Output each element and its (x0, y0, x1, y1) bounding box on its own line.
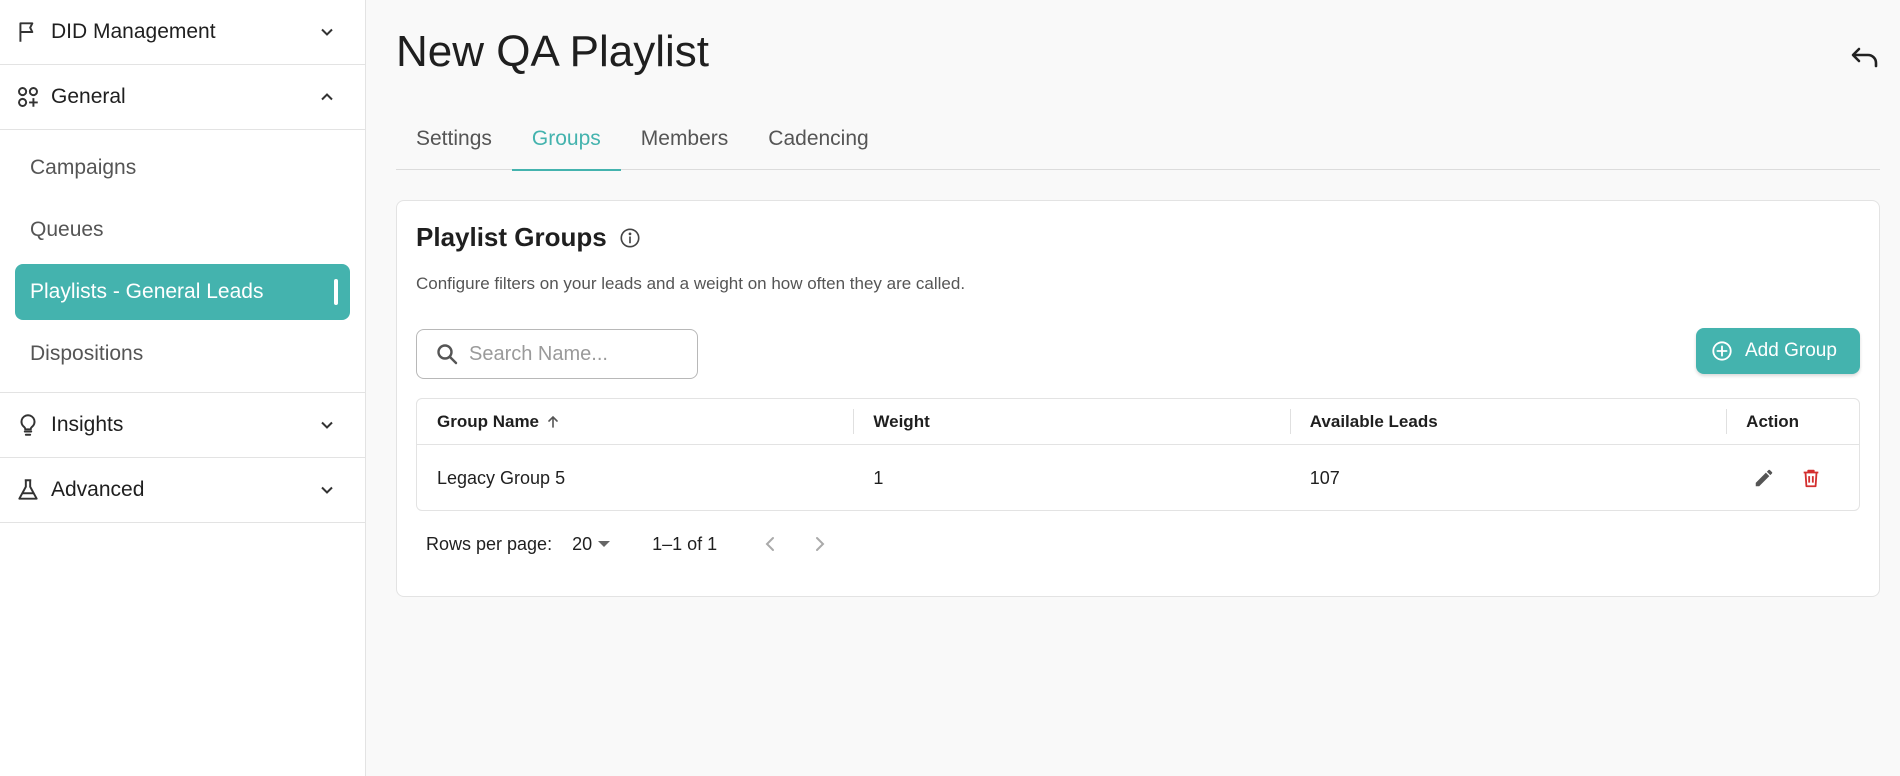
table-row: Legacy Group 5 1 107 (417, 445, 1859, 510)
rows-per-page-select[interactable]: 20 (572, 533, 611, 555)
column-header-action: Action (1726, 399, 1859, 444)
sidebar: DID Management General Campaigns Queues … (0, 0, 366, 776)
tab-groups[interactable]: Groups (511, 113, 621, 171)
info-icon[interactable] (619, 226, 643, 250)
lightbulb-icon (14, 411, 42, 439)
sidebar-item-dispositions[interactable]: Dispositions (15, 326, 350, 382)
card-title-row: Playlist Groups (416, 222, 643, 253)
chevron-down-icon (313, 18, 341, 46)
column-header-available-leads[interactable]: Available Leads (1289, 399, 1726, 444)
search-icon (435, 342, 459, 366)
sidebar-section-general[interactable]: General (0, 65, 365, 130)
add-circle-icon (1711, 339, 1735, 363)
column-header-label: Weight (873, 411, 930, 431)
tab-members[interactable]: Members (621, 113, 749, 170)
flag-icon (14, 18, 42, 46)
sidebar-section-label: General (51, 85, 126, 108)
caret-down-icon (598, 541, 611, 547)
table-header: Group Name Weight Available Leads Action (417, 399, 1859, 445)
shapes-icon (14, 83, 42, 111)
tab-cadencing[interactable]: Cadencing (748, 113, 888, 170)
cell-group-name: Legacy Group 5 (437, 467, 566, 488)
tab-settings[interactable]: Settings (396, 113, 512, 170)
undo-icon[interactable] (1850, 46, 1882, 74)
search-field[interactable] (416, 329, 698, 379)
column-header-group-name[interactable]: Group Name (417, 399, 853, 444)
cell-available-leads: 107 (1309, 467, 1340, 488)
page-title: New QA Playlist (396, 27, 709, 76)
chevron-down-icon (313, 476, 341, 504)
groups-table: Group Name Weight Available Leads Action… (416, 398, 1860, 511)
pagination-nav (755, 530, 855, 558)
next-page-icon[interactable] (805, 530, 835, 558)
column-header-label: Available Leads (1309, 411, 1438, 431)
column-header-label: Group Name (437, 411, 540, 431)
sidebar-item-queues[interactable]: Queues (15, 202, 350, 258)
sidebar-section-label: Advanced (51, 478, 145, 501)
card-description: Configure filters on your leads and a we… (416, 274, 966, 293)
edit-icon[interactable] (1750, 464, 1778, 492)
previous-page-icon[interactable] (755, 530, 785, 558)
cell-weight: 1 (873, 467, 884, 488)
rows-per-page-value: 20 (572, 533, 593, 554)
sidebar-section-label: DID Management (51, 20, 216, 43)
sidebar-section-did-management[interactable]: DID Management (0, 0, 365, 65)
sidebar-section-label: Insights (51, 413, 124, 436)
sidebar-section-advanced[interactable]: Advanced (0, 458, 365, 523)
tab-bar: Settings Groups Members Cadencing (396, 113, 1880, 171)
delete-icon[interactable] (1797, 464, 1825, 492)
sidebar-section-insights[interactable]: Insights (0, 393, 365, 458)
sidebar-item-playlists[interactable]: Playlists - General Leads (15, 264, 350, 320)
main-content: New QA Playlist Settings Groups Members … (366, 0, 1900, 776)
add-group-button[interactable]: Add Group (1696, 328, 1860, 374)
add-group-label: Add Group (1745, 340, 1837, 361)
pagination: Rows per page: 20 1–1 of 1 (426, 530, 855, 558)
sidebar-item-campaigns[interactable]: Campaigns (15, 140, 350, 196)
sidebar-general-items: Campaigns Queues Playlists - General Lea… (0, 130, 365, 393)
chevron-up-icon (313, 83, 341, 111)
pagination-range: 1–1 of 1 (652, 533, 718, 554)
chevron-down-icon (313, 411, 341, 439)
column-header-label: Action (1746, 411, 1800, 431)
column-header-weight[interactable]: Weight (853, 399, 1289, 444)
cell-actions (1726, 445, 1859, 510)
sort-ascending-icon[interactable] (547, 415, 559, 429)
card-title: Playlist Groups (416, 222, 607, 252)
rows-per-page-label: Rows per page: (426, 533, 553, 554)
flask-icon (14, 476, 42, 504)
search-input[interactable] (469, 342, 689, 366)
